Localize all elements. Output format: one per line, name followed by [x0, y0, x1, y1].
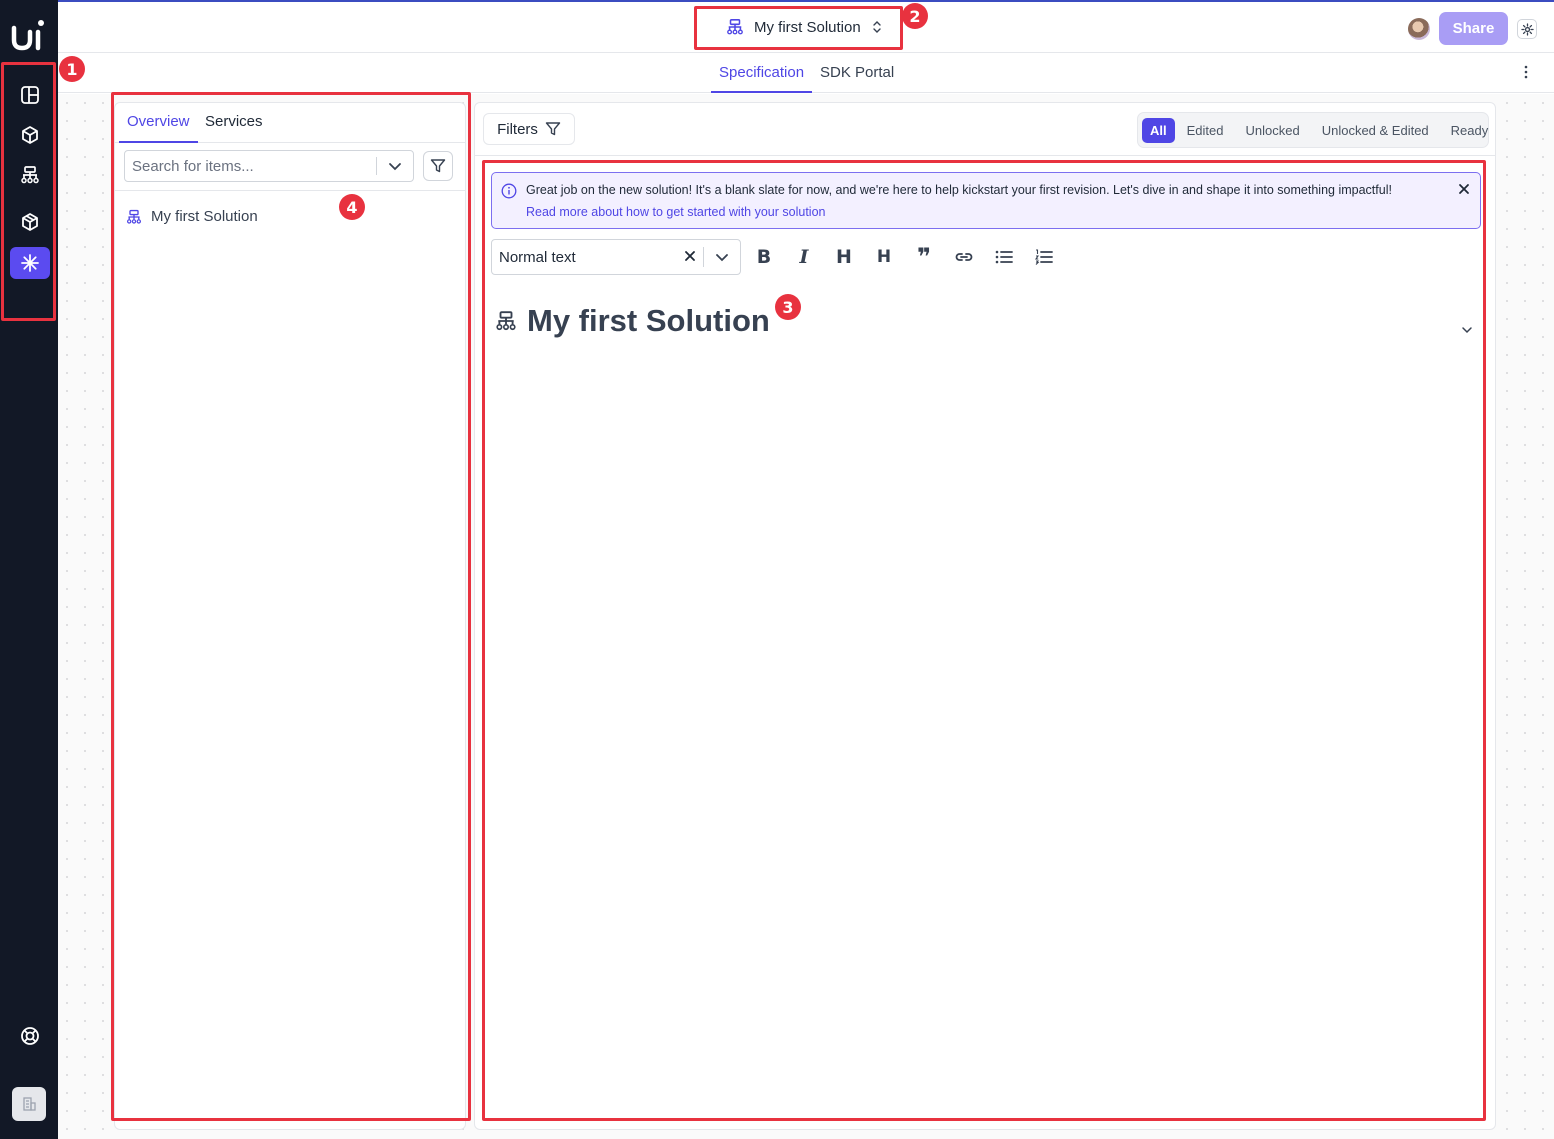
solution-name: My first Solution — [754, 18, 861, 36]
top-bar: My first Solution Share — [58, 0, 1554, 53]
banner-link[interactable]: Read more about how to get started with … — [526, 205, 825, 219]
link-button[interactable] — [952, 245, 976, 269]
kebab-icon — [1524, 65, 1528, 79]
bold-icon: B — [756, 246, 772, 268]
cube-alt-icon — [22, 213, 38, 231]
close-icon — [685, 251, 695, 261]
annotation-marker-1: 1 — [59, 56, 85, 82]
more-menu-button[interactable] — [1524, 65, 1528, 83]
link-icon — [955, 253, 973, 261]
tab-specification[interactable]: Specification — [711, 53, 813, 93]
chevron-updown-icon — [873, 21, 881, 33]
close-icon — [1459, 184, 1469, 194]
app-rail — [0, 0, 58, 1139]
status-filter-segmented: All Edited Unlocked Unlocked & Edited Re… — [1137, 112, 1489, 148]
tree-item-label: My first Solution — [151, 208, 258, 225]
text-style-dropdown-button[interactable] — [704, 250, 740, 264]
info-icon — [501, 183, 517, 199]
explorer-filter-button[interactable] — [423, 151, 453, 181]
hierarchy-icon — [727, 19, 743, 35]
clear-style-button[interactable] — [677, 247, 703, 267]
document-title: My first Solution — [527, 303, 770, 338]
segment-unlocked-edited[interactable]: Unlocked & Edited — [1312, 118, 1439, 143]
italic-icon: I — [799, 246, 809, 268]
filter-icon — [545, 122, 561, 136]
rail-item-ai[interactable] — [10, 247, 50, 279]
specification-panel: Filters All Edited Unlocked Unlocked & E… — [474, 102, 1496, 1130]
settings-button[interactable] — [1517, 19, 1537, 39]
segment-all[interactable]: All — [1142, 117, 1175, 143]
lifebuoy-icon — [21, 1027, 39, 1045]
rail-item-products[interactable] — [10, 119, 50, 151]
layout-icon — [21, 86, 39, 104]
chevron-down-icon — [1462, 327, 1472, 334]
tree-item[interactable]: My first Solution — [126, 208, 258, 225]
numbered-list-button[interactable] — [1032, 245, 1056, 269]
search-input[interactable] — [125, 157, 376, 175]
rail-item-dashboard[interactable] — [10, 79, 50, 111]
annotation-marker-4: 4 — [339, 194, 365, 220]
heading-1-button[interactable]: H — [832, 245, 856, 269]
app-logo[interactable] — [9, 18, 49, 54]
share-button[interactable]: Share — [1439, 12, 1508, 45]
filter-icon — [430, 159, 446, 173]
heading-2-button[interactable]: H — [872, 245, 896, 269]
hierarchy-icon — [496, 311, 516, 331]
workspace-icon — [23, 1097, 36, 1111]
quote-icon: ❞ — [916, 243, 932, 271]
banner-close-button[interactable] — [1458, 182, 1470, 200]
text-style-select[interactable]: Normal text — [491, 239, 741, 275]
explorer-panel: Overview Services My first Solution — [114, 102, 466, 1130]
filters-label: Filters — [497, 120, 538, 138]
main-nav: Specification SDK Portal — [58, 53, 1554, 93]
workspace-switcher[interactable] — [12, 1087, 46, 1121]
search-dropdown-button[interactable] — [377, 159, 413, 173]
tab-overview[interactable]: Overview — [119, 113, 198, 143]
divider — [115, 190, 465, 191]
search-box — [124, 150, 414, 182]
numbered-list-icon — [1034, 249, 1053, 265]
bullet-list-icon — [995, 250, 1013, 264]
hierarchy-icon — [21, 166, 39, 184]
tab-services[interactable]: Services — [205, 113, 263, 130]
rail-item-solutions[interactable] — [10, 159, 50, 191]
annotation-marker-2: 2 — [902, 3, 928, 29]
divider — [475, 155, 1495, 156]
italic-button[interactable]: I — [792, 245, 816, 269]
segment-unlocked[interactable]: Unlocked — [1236, 118, 1310, 143]
filters-button[interactable]: Filters — [483, 113, 575, 145]
avatar[interactable] — [1408, 18, 1430, 40]
annotation-marker-3: 3 — [775, 294, 801, 320]
cube-icon — [22, 126, 38, 144]
chevron-down-icon — [389, 163, 401, 171]
segment-edited[interactable]: Edited — [1177, 118, 1234, 143]
segment-ready[interactable]: Ready — [1441, 118, 1499, 143]
heading-2-icon: H — [876, 247, 892, 267]
text-style-value: Normal text — [499, 248, 576, 266]
rail-item-packages[interactable] — [10, 206, 50, 238]
sparkle-icon — [21, 254, 39, 272]
quote-button[interactable]: ❞ — [912, 243, 936, 271]
chevron-down-icon — [716, 254, 728, 262]
welcome-banner: Great job on the new solution! It's a bl… — [491, 172, 1481, 229]
document-heading: My first Solution — [495, 303, 770, 339]
heading-1-icon: H — [836, 246, 852, 268]
bullet-list-button[interactable] — [992, 245, 1016, 269]
gear-icon — [1520, 22, 1534, 36]
explorer-tabs: Overview Services — [115, 103, 465, 143]
collapse-section-button[interactable] — [1461, 323, 1473, 341]
solution-switcher[interactable]: My first Solution — [726, 18, 883, 36]
rail-item-help[interactable] — [10, 1020, 50, 1052]
banner-message: Great job on the new solution! It's a bl… — [526, 183, 1392, 197]
hierarchy-icon — [126, 209, 141, 224]
tab-sdk-portal[interactable]: SDK Portal — [820, 64, 894, 81]
bold-button[interactable]: B — [752, 245, 776, 269]
